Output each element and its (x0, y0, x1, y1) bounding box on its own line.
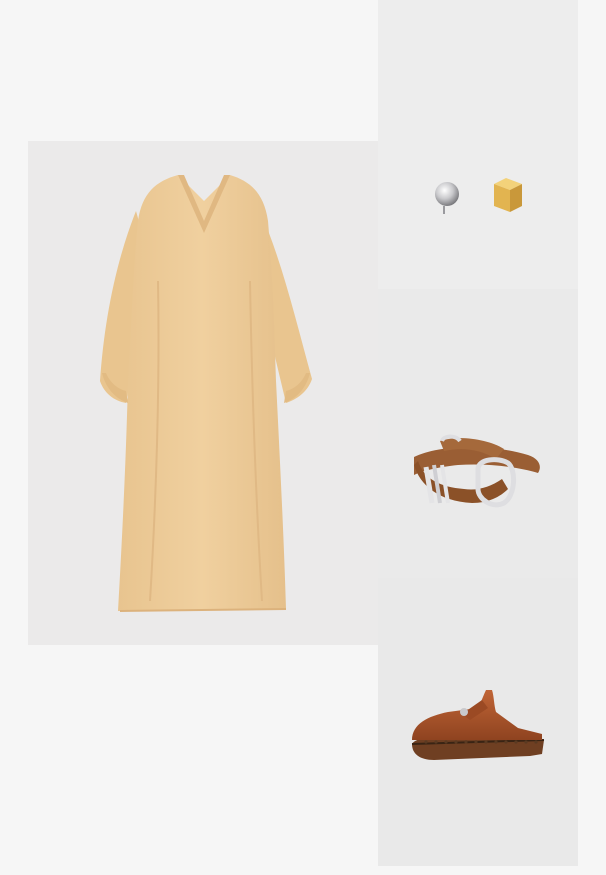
clog-image (411, 690, 545, 760)
clog-product-tile[interactable] (378, 578, 578, 866)
earrings-image (435, 178, 522, 214)
accessories-column (378, 0, 578, 866)
dress-image (100, 175, 312, 612)
dress-product-tile[interactable] (28, 141, 378, 645)
belt-image (414, 434, 540, 508)
earrings-product-tile[interactable] (378, 0, 578, 289)
belt-product-tile[interactable] (378, 289, 578, 578)
